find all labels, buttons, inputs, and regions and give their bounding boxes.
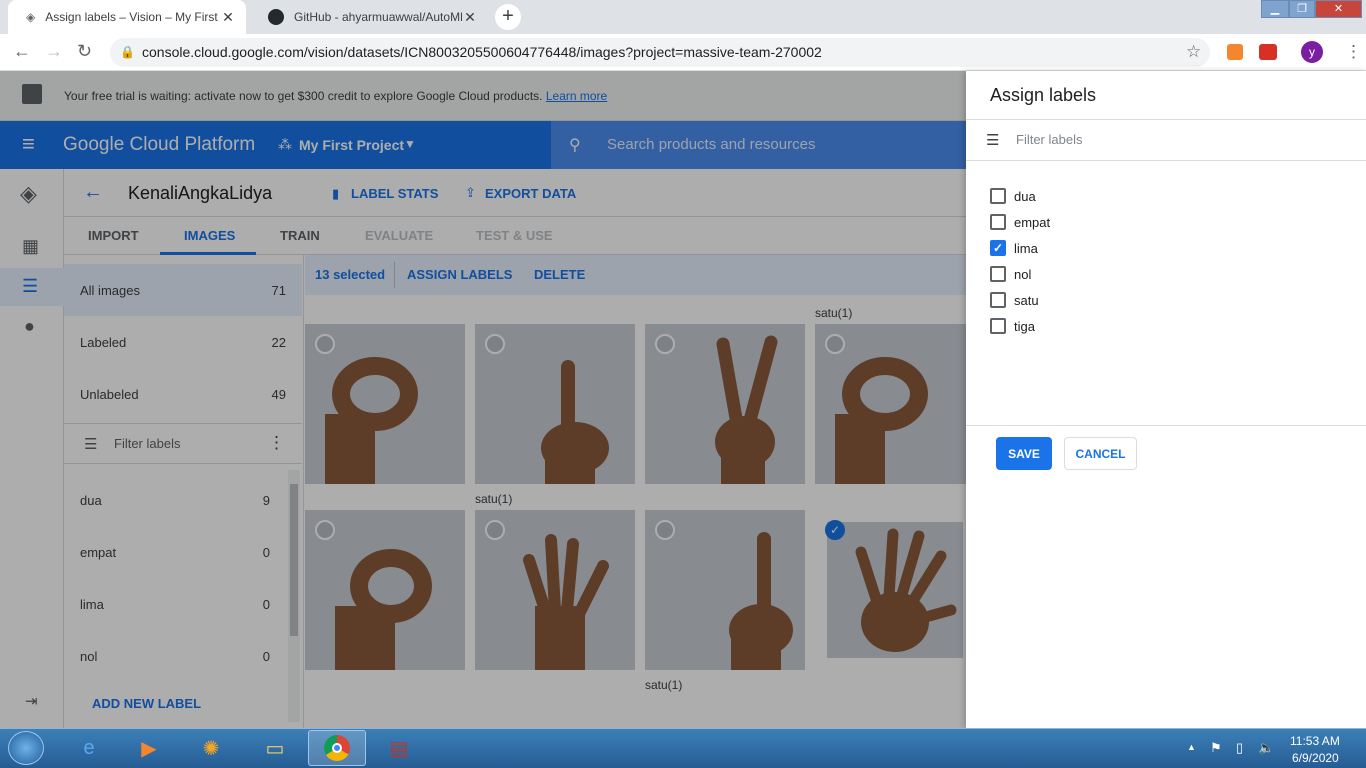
- label-option-text: empat: [1014, 214, 1051, 230]
- close-window-icon[interactable]: ✕: [1315, 0, 1362, 18]
- tray-expand-icon[interactable]: ▲: [1187, 742, 1196, 752]
- checkbox[interactable]: [990, 318, 1006, 334]
- internet-explorer-icon[interactable]: e: [60, 730, 118, 766]
- chrome-icon: [324, 735, 350, 761]
- network-icon[interactable]: ⚑: [1210, 740, 1222, 756]
- reload-icon[interactable]: ↻: [77, 41, 92, 62]
- close-tab-icon[interactable]: ✕: [462, 9, 478, 26]
- lock-icon: 🔒: [120, 45, 135, 59]
- clock-time[interactable]: 11:53 AM: [1290, 734, 1340, 748]
- panel-filter-input[interactable]: Filter labels: [1016, 132, 1082, 147]
- save-button[interactable]: SAVE: [996, 437, 1052, 470]
- back-arrow-icon[interactable]: ←: [13, 41, 31, 62]
- checkbox[interactable]: [990, 214, 1006, 230]
- checkbox[interactable]: [990, 292, 1006, 308]
- modal-scrim[interactable]: [0, 71, 966, 728]
- cancel-button[interactable]: CANCEL: [1064, 437, 1137, 470]
- battery-icon[interactable]: ▯: [1236, 740, 1243, 756]
- checkbox-checked[interactable]: ✓: [990, 240, 1006, 256]
- volume-icon[interactable]: 🔈: [1258, 740, 1274, 756]
- browser-tab-github[interactable]: GitHub - ahyarmuawwal/AutoML ✕: [250, 0, 488, 34]
- filter-icon: ☰: [986, 132, 1000, 149]
- panel-title: Assign labels: [990, 85, 1097, 105]
- divider: [966, 119, 1366, 120]
- github-icon: [268, 9, 284, 25]
- label-option-text: lima: [1014, 240, 1038, 256]
- vision-favicon-icon: ◈: [26, 10, 36, 24]
- divider: [966, 160, 1366, 161]
- profile-avatar[interactable]: y: [1301, 41, 1323, 63]
- label-option-text: satu: [1014, 292, 1039, 308]
- start-button[interactable]: [8, 731, 44, 765]
- tab-title: GitHub - ahyarmuawwal/AutoML: [294, 10, 462, 24]
- app-gear-icon[interactable]: ✺: [182, 730, 240, 766]
- close-tab-icon[interactable]: ✕: [220, 9, 236, 26]
- chrome-taskbar-icon[interactable]: [308, 730, 366, 766]
- extension-camera-icon[interactable]: [1259, 44, 1277, 60]
- extension-icon[interactable]: [1227, 44, 1243, 60]
- label-option-empat[interactable]: empat: [990, 209, 1050, 235]
- checkbox[interactable]: [990, 188, 1006, 204]
- label-option-tiga[interactable]: tiga: [990, 313, 1035, 339]
- browser-menu-icon[interactable]: ⋮: [1345, 42, 1362, 62]
- label-option-text: dua: [1014, 188, 1036, 204]
- media-player-icon[interactable]: ▶: [120, 730, 178, 766]
- file-explorer-icon[interactable]: ▭: [246, 730, 304, 766]
- assign-labels-panel: [966, 71, 1366, 728]
- divider: [966, 425, 1366, 426]
- label-option-text: tiga: [1014, 318, 1035, 334]
- url-text: console.cloud.google.com/vision/datasets…: [142, 44, 822, 60]
- label-option-text: nol: [1014, 266, 1032, 282]
- label-option-lima[interactable]: ✓ lima: [990, 235, 1038, 261]
- checkbox[interactable]: [990, 266, 1006, 282]
- clock-date[interactable]: 6/9/2020: [1292, 751, 1339, 765]
- bookmark-star-icon[interactable]: ☆: [1186, 42, 1201, 62]
- tab-title: Assign labels – Vision – My First P: [45, 10, 220, 24]
- winrar-icon[interactable]: ▤: [370, 730, 428, 766]
- label-option-satu[interactable]: satu: [990, 287, 1039, 313]
- label-option-nol[interactable]: nol: [990, 261, 1031, 287]
- browser-tab-active[interactable]: ◈ Assign labels – Vision – My First P ✕: [8, 0, 246, 34]
- label-option-dua[interactable]: dua: [990, 183, 1036, 209]
- forward-arrow-icon[interactable]: →: [45, 41, 63, 62]
- minimize-window-icon[interactable]: ▁: [1261, 0, 1289, 18]
- new-tab-button[interactable]: +: [495, 4, 521, 30]
- maximize-window-icon[interactable]: ❐: [1289, 0, 1315, 18]
